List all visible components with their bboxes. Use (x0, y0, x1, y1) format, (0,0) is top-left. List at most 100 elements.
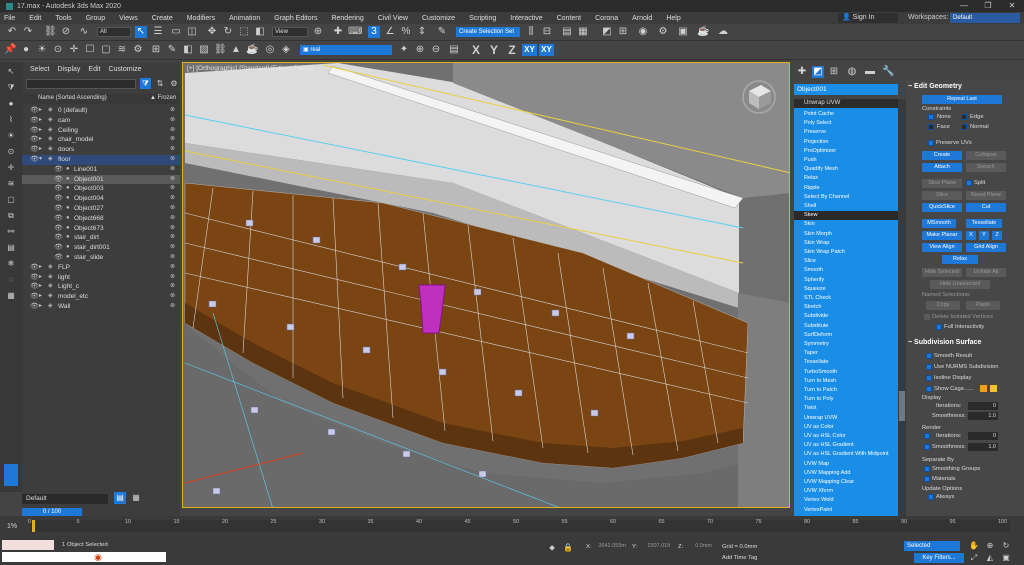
expand-toggle-icon[interactable]: ▸ (39, 292, 42, 302)
modifier-item[interactable]: Skin Wrap Patch (794, 248, 898, 257)
axis-z-button[interactable]: Z (506, 44, 518, 56)
link-icon[interactable]: ⛓ (44, 26, 57, 38)
view-align-button[interactable]: View Align (922, 243, 962, 252)
lock-selection-icon[interactable]: 🔒 (562, 542, 574, 554)
minimize-button[interactable]: — (952, 0, 976, 12)
select-manipulate-icon[interactable]: ✚ (332, 26, 344, 38)
menu-tools[interactable]: Tools (55, 15, 71, 22)
tree-row[interactable]: 👁 ▸ ◈ light ⊗ (22, 273, 180, 283)
full-interactivity-checkbox[interactable] (936, 324, 942, 330)
menu-help[interactable]: Help (666, 15, 680, 22)
render-smoothness-input[interactable]: 1.0 (968, 443, 998, 451)
modifier-item[interactable]: Slice (794, 257, 898, 266)
display-helpers-icon[interactable]: ✛ (5, 162, 17, 174)
visibility-eye-icon[interactable]: 👁 (54, 165, 63, 175)
layer-remove-icon[interactable]: ⊖ (430, 44, 442, 56)
camera-icon[interactable]: ⊙ (52, 44, 64, 56)
expand-toggle-icon[interactable]: ▾ (39, 155, 42, 165)
visibility-eye-icon[interactable]: 👁 (30, 116, 39, 126)
modifier-item[interactable]: Point Cache (794, 110, 898, 119)
modifier-item[interactable]: UV as Color (794, 423, 898, 432)
edit-named-selection-icon[interactable]: ✎ (436, 26, 448, 38)
key-filters-button[interactable]: Key Filters... (914, 553, 964, 563)
freeze-toggle-icon[interactable]: ⊗ (170, 273, 175, 283)
filter-icon[interactable]: ⧩ (5, 82, 17, 94)
isolate-icon[interactable]: ◎ (264, 44, 276, 56)
tree-row[interactable]: 👁 ● Object027 ⊗ (22, 204, 180, 214)
angle-snap-icon[interactable]: ∠ (384, 26, 396, 38)
light-bulb-icon[interactable]: ☀ (36, 44, 48, 56)
tree-row[interactable]: 👁 ● Object673 ⊗ (22, 224, 180, 234)
tree-row[interactable]: 👁 ▸ ◈ 0 (default) ⊗ (22, 106, 180, 116)
frozen-column-header[interactable]: ▲ Frozen (150, 95, 176, 101)
always-radio[interactable] (928, 494, 934, 500)
freeze-toggle-icon[interactable]: ⊗ (170, 292, 175, 302)
brush-icon[interactable]: ✎ (166, 44, 178, 56)
render-iterations-input[interactable]: 0 (968, 432, 998, 440)
material-editor-icon[interactable]: ◉ (637, 26, 649, 38)
layer-explorer-icon[interactable]: ▤ (114, 492, 126, 504)
make-planar-button[interactable]: Make Planar (922, 231, 962, 240)
modifier-item[interactable]: UVW Mapping Add (794, 469, 898, 478)
render-smoothness-checkbox[interactable] (924, 444, 930, 450)
menu-interactive[interactable]: Interactive (510, 15, 542, 22)
add-time-tag[interactable]: Add Time Tag (722, 554, 757, 562)
expand-toggle-icon[interactable]: ▸ (39, 135, 42, 145)
attach-button[interactable]: Attach (922, 163, 962, 172)
create-tab-icon[interactable]: ✚ (796, 66, 808, 78)
link-chain-icon[interactable]: ⛓ (214, 44, 227, 56)
menu-modifiers[interactable]: Modifiers (187, 15, 215, 22)
display-all-icon[interactable]: ▦ (5, 290, 17, 302)
rectangular-selection-icon[interactable]: ▭ (170, 26, 182, 38)
smooth-result-checkbox[interactable] (926, 353, 932, 359)
modifier-item[interactable]: Push (794, 156, 898, 165)
zoom-icon[interactable]: ⊕ (984, 540, 996, 552)
render-production-icon[interactable]: ☕ (697, 26, 709, 38)
rendered-frame-window-icon[interactable]: ▣ (677, 26, 689, 38)
grid-icon[interactable]: ⊞ (150, 44, 162, 56)
relax-button[interactable]: Relax (942, 255, 978, 264)
modifier-item[interactable]: Select By Channel (794, 193, 898, 202)
tree-row[interactable]: 👁 ● Object003 ⊗ (22, 184, 180, 194)
menu-rendering[interactable]: Rendering (331, 15, 363, 22)
constraint-normal-radio[interactable] (961, 124, 967, 130)
toggle-layer-explorer-icon[interactable]: ▦ (577, 26, 589, 38)
visibility-eye-icon[interactable]: 👁 (54, 214, 63, 224)
select-by-name-icon[interactable]: ☰ (152, 26, 164, 38)
visibility-eye-icon[interactable]: 👁 (30, 155, 39, 165)
tree-row[interactable]: 👁 ● Object001 ⊗ (22, 174, 180, 185)
explorer-options-icon[interactable]: ⚙ (168, 78, 180, 90)
modifier-item[interactable]: STL Check (794, 294, 898, 303)
visibility-eye-icon[interactable]: 👁 (54, 184, 63, 194)
cage-color-swatch[interactable] (980, 385, 987, 392)
modifier-item[interactable]: Taper (794, 349, 898, 358)
expand-toggle-icon[interactable]: ▸ (39, 126, 42, 136)
menu-corona[interactable]: Corona (595, 15, 618, 22)
use-nurms-checkbox[interactable] (926, 364, 932, 370)
modifier-item[interactable]: Squeeze (794, 285, 898, 294)
tree-row[interactable]: 👁 ● stair_dirt001 ⊗ (22, 243, 180, 253)
menu-scripting[interactable]: Scripting (469, 15, 496, 22)
maximize-button[interactable]: ❐ (976, 0, 1000, 12)
snap-point-icon[interactable]: ◈ (280, 44, 292, 56)
modifier-item[interactable]: Subdivide (794, 312, 898, 321)
render-setup-icon[interactable]: ⚙ (657, 26, 669, 38)
split-checkbox[interactable] (966, 180, 972, 186)
reset-plane-button[interactable]: Reset Plane (966, 191, 1006, 200)
tree-row[interactable]: 👁 ● Object668 ⊗ (22, 214, 180, 224)
modifier-item[interactable]: Stretch (794, 303, 898, 312)
expand-toggle-icon[interactable]: ▸ (39, 263, 42, 273)
selected-dropdown[interactable]: Selected (904, 541, 960, 551)
x-coord-field[interactable]: 3642.059m (596, 542, 628, 550)
helper-icon[interactable]: ✛ (68, 44, 80, 56)
modifier-item[interactable]: ProOptimizer (794, 147, 898, 156)
hide-unselected-button[interactable]: Hide Unselected (930, 280, 990, 289)
workspace-select[interactable]: Default (950, 13, 1020, 23)
modifier-item[interactable]: Substitute (794, 322, 898, 331)
box-icon[interactable]: ▢ (100, 44, 112, 56)
materials-checkbox[interactable] (924, 476, 930, 482)
tree-row[interactable]: 👁 ▸ ◈ Ceiling ⊗ (22, 126, 180, 136)
paste-button[interactable]: Paste (966, 301, 1000, 310)
modifier-item[interactable]: Vertex Weld (794, 496, 898, 505)
visibility-eye-icon[interactable]: 👁 (54, 194, 63, 204)
